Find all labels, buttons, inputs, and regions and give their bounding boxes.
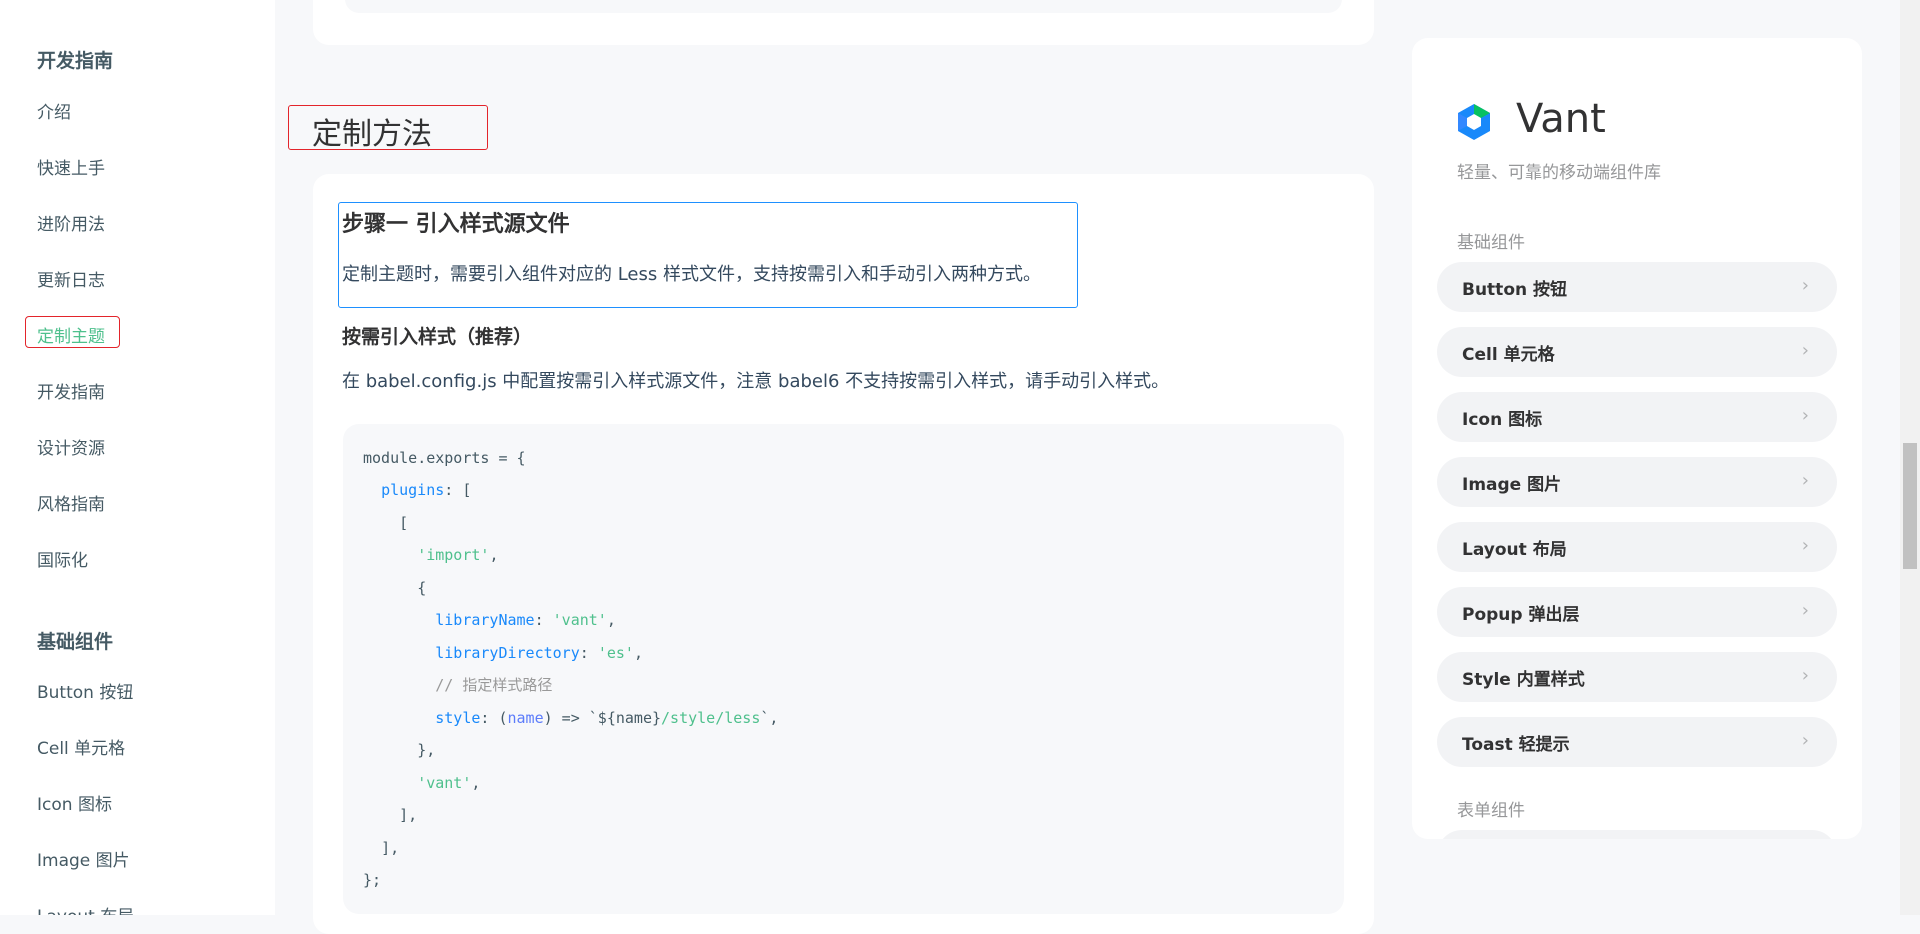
code-line: ], <box>381 839 400 857</box>
sub-title: 按需引入样式（推荐） <box>342 326 533 348</box>
phone-item-image[interactable]: Image 图片 › <box>1437 457 1837 507</box>
nav-item-changelog[interactable]: 更新日志 <box>37 269 105 293</box>
code-line: 'vant', <box>417 774 481 792</box>
code-line: }, <box>417 741 436 759</box>
code-line: libraryDirectory: 'es', <box>435 644 643 662</box>
section-heading: 定制方法 <box>312 117 432 152</box>
chevron-right-icon: › <box>1801 600 1809 621</box>
code-block: module.exports = { plugins: [ [ 'import'… <box>343 424 1344 914</box>
mobile-preview: Vant 轻量、可靠的移动端组件库 基础组件 Button 按钮 › Cell 单… <box>1412 38 1862 839</box>
chevron-right-icon: › <box>1801 470 1809 491</box>
step-description: 定制主题时，需要引入组件对应的 Less 样式文件，支持按需引入和手动引入两种方… <box>342 264 1041 285</box>
phone-item-popup[interactable]: Popup 弹出层 › <box>1437 587 1837 637</box>
nav-item-theme[interactable]: 定制主题 <box>37 325 105 349</box>
vant-brand-title: Vant <box>1516 96 1606 142</box>
phone-item-style[interactable]: Style 内置样式 › <box>1437 652 1837 702</box>
chevron-right-icon: › <box>1801 730 1809 751</box>
nav-item-layout[interactable]: Layout 布局 <box>37 905 134 915</box>
phone-item-button[interactable]: Button 按钮 › <box>1437 262 1837 312</box>
nav-group-title-basic: 基础组件 <box>37 631 114 653</box>
nav-item-intro[interactable]: 介绍 <box>37 101 71 125</box>
vant-brand-desc: 轻量、可靠的移动端组件库 <box>1457 163 1661 183</box>
code-line: module.exports = { <box>363 449 526 467</box>
nav-item-cell[interactable]: Cell 单元格 <box>37 737 125 761</box>
code-line: [ <box>399 514 409 532</box>
phone-item-icon[interactable]: Icon 图标 › <box>1437 392 1837 442</box>
chevron-right-icon: › <box>1801 665 1809 686</box>
code-line: // 指定样式路径 <box>435 676 553 694</box>
nav-item-advanced[interactable]: 进阶用法 <box>37 213 105 237</box>
chevron-right-icon: › <box>1801 535 1809 556</box>
code-line: libraryName: 'vant', <box>435 611 616 629</box>
nav-item-button[interactable]: Button 按钮 <box>37 681 133 705</box>
nav-item-image[interactable]: Image 图片 <box>37 849 130 873</box>
phone-group-title-basic: 基础组件 <box>1457 233 1525 253</box>
previous-code-block <box>345 0 1342 13</box>
nav-item-quickstart[interactable]: 快速上手 <box>37 157 105 181</box>
phone-item-partial[interactable] <box>1437 830 1837 839</box>
page-scrollbar-thumb[interactable] <box>1903 443 1917 569</box>
nav-item-icon[interactable]: Icon 图标 <box>37 793 112 817</box>
nav-item-design[interactable]: 设计资源 <box>37 437 105 461</box>
nav-group-title-dev-guide: 开发指南 <box>37 50 114 72</box>
vant-logo-icon <box>1458 104 1490 140</box>
previous-content-card <box>313 0 1374 45</box>
sub-description: 在 babel.config.js 中配置按需引入样式源文件，注意 babel6… <box>342 371 1170 392</box>
section-heading-box: 定制方法 <box>288 105 488 152</box>
step-title: 步骤一 引入样式源文件 <box>342 212 570 237</box>
code-line: style: (name) => `${name}/style/less`, <box>435 709 779 727</box>
chevron-right-icon: › <box>1801 275 1809 296</box>
chevron-right-icon: › <box>1801 340 1809 361</box>
code-line: { <box>417 579 427 597</box>
code-line: ], <box>399 806 418 824</box>
left-sidebar-nav: 开发指南 介绍 快速上手 进阶用法 更新日志 定制主题 开发指南 设计资源 风格… <box>0 0 275 915</box>
chevron-right-icon: › <box>1801 405 1809 426</box>
phone-group-title-form: 表单组件 <box>1457 801 1525 821</box>
code-line: 'import', <box>417 546 499 564</box>
phone-item-layout[interactable]: Layout 布局 › <box>1437 522 1837 572</box>
code-line: }; <box>363 871 382 889</box>
nav-item-contribution[interactable]: 开发指南 <box>37 381 105 405</box>
phone-item-toast[interactable]: Toast 轻提示 › <box>1437 717 1837 767</box>
nav-item-i18n[interactable]: 国际化 <box>37 549 88 573</box>
code-line: plugins: [ <box>381 481 472 499</box>
nav-item-style-guide[interactable]: 风格指南 <box>37 493 105 517</box>
phone-item-cell[interactable]: Cell 单元格 › <box>1437 327 1837 377</box>
